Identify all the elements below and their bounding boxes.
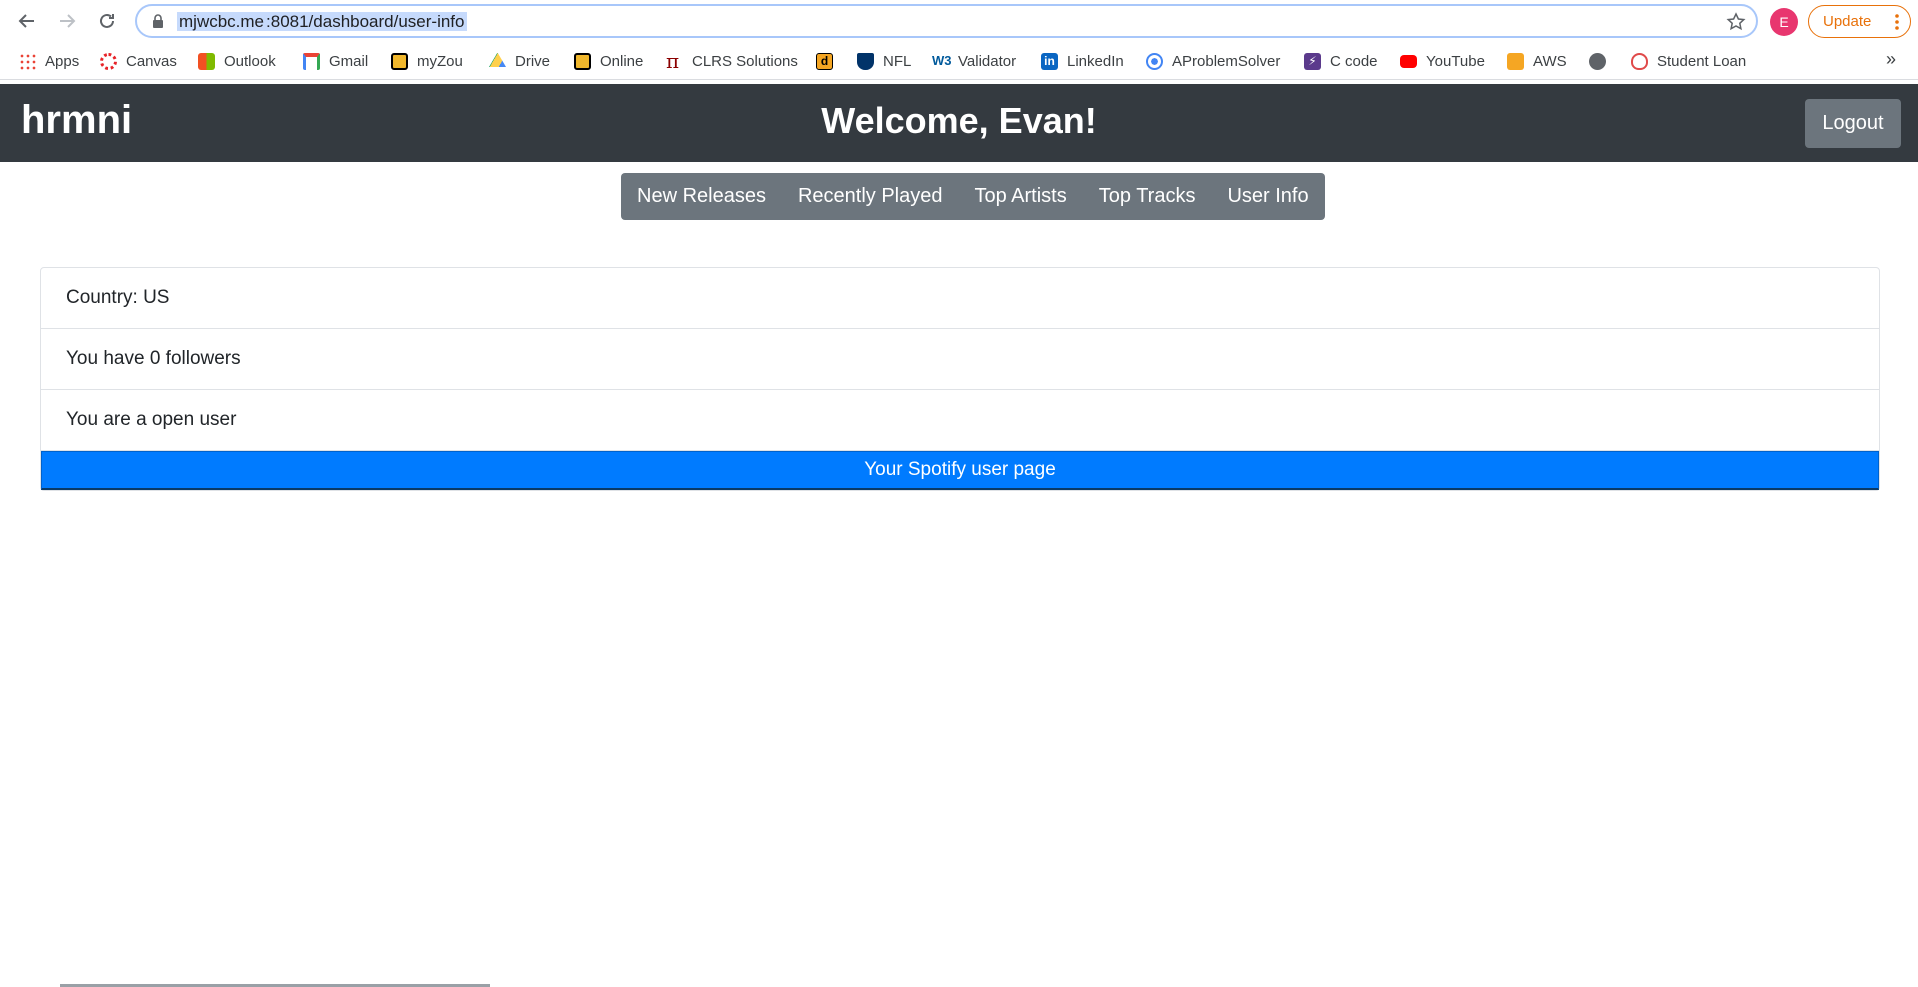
tab-new-releases[interactable]: New Releases [621,173,782,220]
bookmark-canvas[interactable]: Canvas [100,50,177,72]
logout-button[interactable]: Logout [1805,99,1901,148]
bookmark-label: Outlook [224,52,276,70]
bookmark-label: Gmail [329,52,369,70]
app-header: hrmni Welcome, Evan! Logout [0,84,1918,162]
apple-icon [1631,52,1648,70]
tab-top-artists[interactable]: Top Artists [958,173,1082,220]
url-path: :8081/dashboard/user-info [265,12,466,31]
bookmark-apps[interactable]: Apps [19,50,79,72]
back-button[interactable] [13,7,41,35]
bookmark-validator[interactable]: W3 Validator [932,50,1016,72]
tab-recently-played[interactable]: Recently Played [782,173,959,220]
gmail-icon [303,52,320,70]
circle-icon [1146,52,1163,70]
mizzou-icon [574,52,591,70]
bookmark-drive[interactable]: Drive [489,50,550,72]
bookmark-myzou[interactable]: myZou [391,50,463,72]
bookmark-label: LinkedIn [1067,52,1124,70]
bookmark-aws[interactable]: AWS [1507,50,1567,72]
bookmark-label: Canvas [126,52,177,70]
windows-icon [198,52,215,70]
lock-icon [153,14,163,28]
dashboard-tabs: New Releases Recently Played Top Artists… [621,173,1325,220]
browser-toolbar: mjwcbc.me:8081/dashboard/user-info E Upd… [0,0,1918,42]
address-bar[interactable]: mjwcbc.me:8081/dashboard/user-info [135,4,1758,38]
tab-user-info[interactable]: User Info [1211,173,1324,220]
bookmarks-bar: Apps Canvas Outlook Gmail myZou Drive On… [0,42,1918,80]
arrow-left-icon [18,14,34,28]
nfl-icon [857,52,874,70]
country-item: Country: US [41,268,1879,329]
bolt-icon: ⚡ [1304,52,1321,70]
w3c-icon: W3 [932,52,952,68]
apps-grid-icon [19,52,36,70]
spotify-user-page-link[interactable]: Your Spotify user page [41,451,1879,490]
bookmark-star-icon[interactable] [1726,12,1746,32]
bookmark-c-code[interactable]: ⚡ C code [1304,50,1378,72]
globe-icon [1589,52,1606,70]
bookmark-label: Drive [515,52,551,70]
arrow-right-icon [60,14,76,28]
url-host: mjwcbc.me [178,12,266,31]
bookmark-label: CLRS Solutions [692,52,798,70]
box-icon [1507,52,1524,70]
bookmark-aproblemsolver[interactable]: AProblemSolver [1146,50,1280,72]
account-type-item: You are a open user [41,390,1879,451]
bookmark-globe[interactable] [1589,50,1615,72]
canvas-icon [100,52,117,70]
bookmark-label: myZou [417,52,463,70]
bookmark-label: Student Loan [1657,52,1747,70]
bookmark-linkedin[interactable]: in LinkedIn [1041,50,1124,72]
followers-item: You have 0 followers [41,329,1879,390]
mizzou-icon [391,52,408,70]
bookmark-label: Online [600,52,644,70]
more-bookmarks-icon[interactable]: » [1886,49,1896,70]
youtube-icon [1400,54,1417,68]
user-info-list: Country: US You have 0 followers You are… [40,267,1880,491]
bookmark-student-loan[interactable]: Student Loan [1631,50,1746,72]
bookmark-outlook[interactable]: Outlook [198,50,276,72]
welcome-heading: Welcome, Evan! [821,100,1097,141]
bookmark-d[interactable]: d [816,50,842,72]
bookmark-nfl[interactable]: NFL [857,50,911,72]
bookmark-label: AWS [1533,52,1567,70]
bookmark-label: AProblemSolver [1172,52,1281,70]
bookmark-label: YouTube [1426,52,1485,70]
tab-top-tracks[interactable]: Top Tracks [1083,173,1212,220]
bookmark-label: Apps [45,52,80,70]
bookmark-youtube[interactable]: YouTube [1400,50,1485,72]
bookmark-online[interactable]: Online [574,50,643,72]
url-text: mjwcbc.me:8081/dashboard/user-info [177,12,467,32]
forward-button[interactable] [53,7,81,35]
bookmark-clrs[interactable]: π CLRS Solutions [666,50,798,72]
d-icon: d [816,52,833,70]
drive-icon [489,52,506,67]
more-vert-icon [1895,14,1899,30]
bookmark-label: NFL [883,52,912,70]
bookmark-label: C code [1330,52,1378,70]
profile-initial: E [1779,14,1789,30]
reload-icon [100,13,114,28]
update-label: Update [1823,13,1872,30]
pi-icon: π [666,48,680,73]
update-button[interactable]: Update [1808,5,1911,38]
bookmark-label: Validator [958,52,1017,70]
linkedin-icon: in [1041,52,1058,70]
profile-avatar[interactable]: E [1770,8,1798,36]
reload-button[interactable] [93,7,121,35]
bookmark-gmail[interactable]: Gmail [303,50,368,72]
